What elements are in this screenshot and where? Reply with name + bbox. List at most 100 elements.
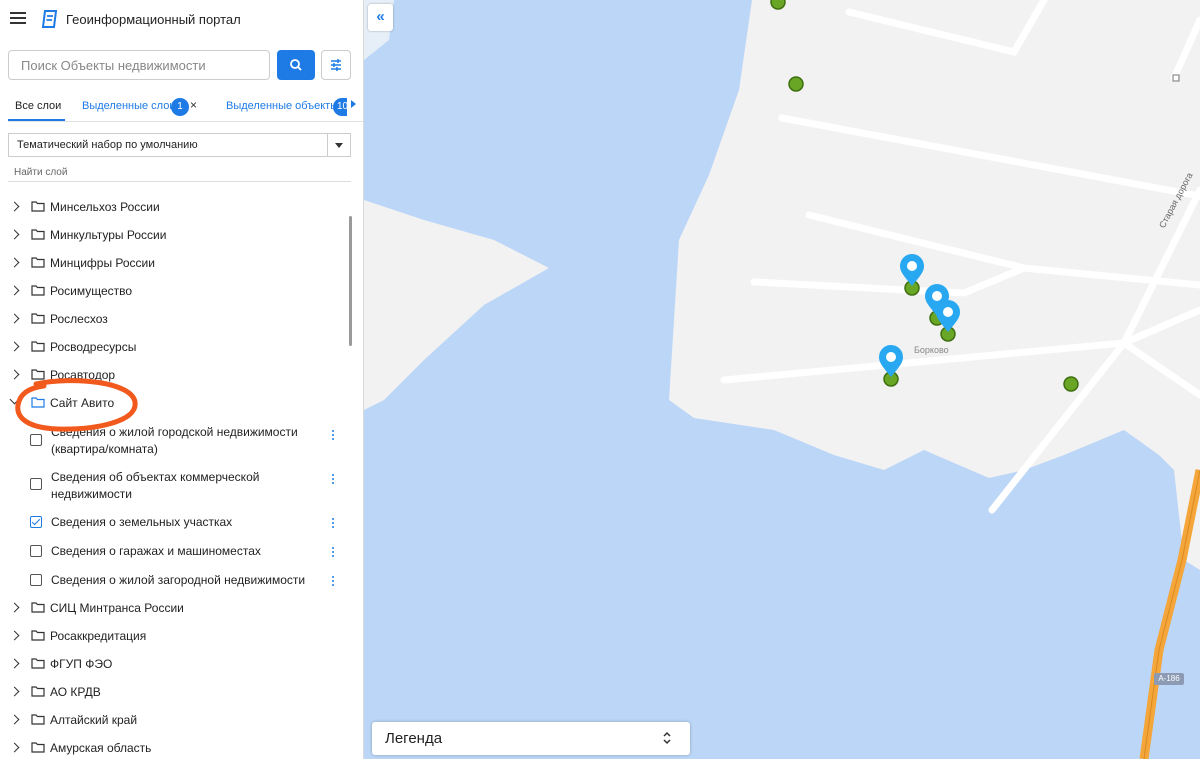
layer-search-input[interactable] bbox=[8, 164, 351, 182]
chevron-right-icon[interactable] bbox=[9, 714, 20, 725]
chevron-right-icon[interactable] bbox=[9, 686, 20, 697]
folder-label: Минкультуры России bbox=[50, 228, 167, 242]
search-icon bbox=[290, 59, 302, 71]
theme-set-select[interactable]: Тематический набор по умолчанию bbox=[8, 133, 351, 157]
folder-row[interactable]: Росимущество bbox=[0, 277, 350, 305]
folder-icon bbox=[31, 285, 45, 296]
portal-logo-icon bbox=[41, 10, 58, 28]
layer-label-line: (квартира/комната) bbox=[51, 441, 158, 456]
selected-objects-count-badge: 10 bbox=[333, 98, 347, 116]
more-options-icon[interactable] bbox=[332, 518, 336, 530]
layer-tree: Минсельхоз России Минкультуры России Мин… bbox=[0, 193, 350, 759]
collapse-sidebar-button[interactable]: « bbox=[368, 4, 393, 31]
tree-scrollbar[interactable] bbox=[349, 216, 352, 346]
folder-label: Росводресурсы bbox=[50, 340, 137, 354]
folder-icon bbox=[31, 257, 45, 268]
folder-icon bbox=[31, 630, 45, 641]
folder-label: Росаккредитация bbox=[50, 629, 147, 643]
layers-sidebar: Геоинформационный портал Все слои Выделе… bbox=[0, 0, 364, 759]
layer-checkbox[interactable] bbox=[30, 545, 42, 557]
layer-checkbox-checked[interactable] bbox=[30, 516, 42, 528]
folder-row[interactable]: Амурская область bbox=[0, 734, 350, 759]
layer-checkbox[interactable] bbox=[30, 574, 42, 586]
folder-label: Минсельхоз России bbox=[50, 200, 160, 214]
chevron-right-icon[interactable] bbox=[9, 630, 20, 641]
folder-icon bbox=[31, 201, 45, 212]
village-label: Борково bbox=[914, 345, 949, 355]
layer-label: Сведения о жилой загородной недвижимости bbox=[51, 573, 306, 587]
layer-label-line: недвижимости bbox=[51, 486, 132, 501]
folder-label: Минцифры России bbox=[50, 256, 155, 270]
chevron-right-icon[interactable] bbox=[9, 658, 20, 669]
map-view[interactable]: Борково Старая дорога А-186 « Легенда bbox=[364, 0, 1200, 759]
hamburger-icon[interactable] bbox=[10, 12, 26, 26]
highway-badge: А-186 bbox=[1154, 673, 1184, 685]
layer-checkbox[interactable] bbox=[30, 434, 42, 446]
layer-item[interactable]: Сведения об объектах коммерческой недвижи… bbox=[0, 461, 350, 505]
more-options-icon[interactable] bbox=[332, 576, 336, 588]
app-title: Геоинформационный портал bbox=[66, 12, 241, 27]
chevron-right-icon[interactable] bbox=[9, 229, 20, 240]
folder-row[interactable]: Алтайский край bbox=[0, 706, 350, 734]
folder-row[interactable]: АО КРДВ bbox=[0, 678, 350, 706]
layer-label: Сведения об объектах коммерческой недвижи… bbox=[51, 469, 259, 502]
more-options-icon[interactable] bbox=[332, 474, 336, 486]
chevron-right-icon[interactable] bbox=[9, 341, 20, 352]
folder-row[interactable]: СИЦ Минтранса России bbox=[0, 594, 350, 622]
theme-set-value: Тематический набор по умолчанию bbox=[17, 139, 198, 151]
folder-row[interactable]: Росаккредитация bbox=[0, 622, 350, 650]
chevron-down-icon[interactable] bbox=[327, 134, 350, 156]
chevron-right-icon[interactable] bbox=[9, 201, 20, 212]
folder-label: СИЦ Минтранса России bbox=[50, 601, 184, 615]
folder-row[interactable]: Минсельхоз России bbox=[0, 193, 350, 221]
chevron-right-icon[interactable] bbox=[9, 285, 20, 296]
expand-collapse-icon[interactable] bbox=[662, 730, 672, 746]
folder-row[interactable]: Минцифры России bbox=[0, 249, 350, 277]
folder-icon bbox=[31, 313, 45, 324]
folder-row[interactable]: Росводресурсы bbox=[0, 333, 350, 361]
more-options-icon[interactable] bbox=[332, 430, 336, 442]
chevron-right-icon[interactable] bbox=[9, 742, 20, 753]
selected-layers-count-badge: 1 bbox=[171, 98, 189, 116]
folder-icon bbox=[31, 229, 45, 240]
filter-button[interactable] bbox=[321, 50, 351, 80]
layer-item[interactable]: Сведения о гаражах и машиноместах bbox=[0, 537, 350, 565]
folder-label: Амурская область bbox=[50, 741, 152, 755]
folder-icon bbox=[31, 686, 45, 697]
tabs-scroll-right-icon[interactable] bbox=[351, 100, 356, 108]
map-canvas[interactable] bbox=[364, 0, 1200, 759]
tab-selected-layers[interactable]: Выделенные слои bbox=[82, 100, 175, 112]
filter-settings-icon bbox=[331, 59, 341, 71]
chevron-right-icon[interactable] bbox=[9, 257, 20, 268]
folder-row[interactable]: Рослесхоз bbox=[0, 305, 350, 333]
folder-row[interactable]: ФГУП ФЭО bbox=[0, 650, 350, 678]
folder-icon bbox=[31, 658, 45, 669]
folder-label: Алтайский край bbox=[50, 713, 138, 727]
tab-all-layers[interactable]: Все слои bbox=[15, 100, 61, 112]
layer-item[interactable]: Сведения о жилой загородной недвижимости bbox=[0, 566, 350, 594]
layer-item[interactable]: Сведения о земельных участках bbox=[0, 508, 350, 536]
peninsula-area bbox=[364, 200, 549, 410]
chevron-right-icon[interactable] bbox=[9, 313, 20, 324]
search-input[interactable] bbox=[8, 50, 270, 80]
sidebar-header: Геоинформационный портал bbox=[0, 0, 363, 40]
tab-selected-objects[interactable]: Выделенные объекты bbox=[226, 100, 338, 112]
map-marker-green bbox=[1063, 376, 1079, 392]
more-options-icon[interactable] bbox=[332, 547, 336, 559]
folder-icon bbox=[31, 602, 45, 613]
legend-panel[interactable]: Легенда bbox=[372, 722, 690, 755]
map-marker-green bbox=[770, 0, 786, 10]
folder-icon bbox=[31, 341, 45, 352]
chevron-right-icon[interactable] bbox=[9, 602, 20, 613]
layer-label: Сведения о земельных участках bbox=[51, 515, 233, 529]
layer-label-line: Сведения об объектах коммерческой bbox=[51, 470, 260, 484]
search-button[interactable] bbox=[277, 50, 315, 80]
layer-label: Сведения о гаражах и машиноместах bbox=[51, 544, 261, 558]
folder-label: ФГУП ФЭО bbox=[50, 657, 113, 671]
folder-icon bbox=[31, 714, 45, 725]
folder-label: Росимущество bbox=[50, 284, 133, 298]
layer-checkbox[interactable] bbox=[30, 478, 42, 490]
folder-row[interactable]: Минкультуры России bbox=[0, 221, 350, 249]
folder-label: АО КРДВ bbox=[50, 685, 101, 699]
close-icon[interactable]: × bbox=[190, 98, 197, 112]
